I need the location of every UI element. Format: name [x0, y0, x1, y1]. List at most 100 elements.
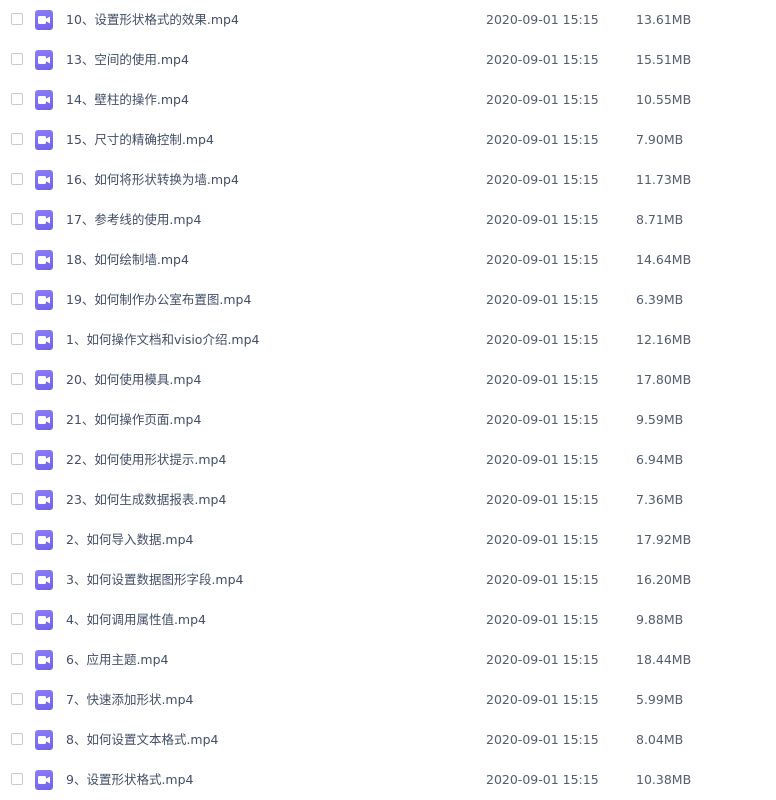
- file-name[interactable]: 19、如何制作办公室布置图.mp4: [66, 291, 251, 309]
- file-modified-date: 2020-09-01 15:15: [486, 332, 599, 347]
- file-size: 9.88MB: [636, 612, 684, 627]
- file-row[interactable]: 4、如何调用属性值.mp4 2020-09-01 15:15 9.88MB: [0, 600, 776, 640]
- file-row[interactable]: 14、壁柱的操作.mp4 2020-09-01 15:15 10.55MB: [0, 80, 776, 120]
- video-file-icon: [35, 130, 53, 150]
- file-name[interactable]: 2、如何导入数据.mp4: [66, 531, 194, 549]
- file-name[interactable]: 1、如何操作文档和visio介绍.mp4: [66, 331, 260, 349]
- file-row[interactable]: 9、设置形状格式.mp4 2020-09-01 15:15 10.38MB: [0, 760, 776, 800]
- file-row[interactable]: 7、快速添加形状.mp4 2020-09-01 15:15 5.99MB: [0, 680, 776, 720]
- file-size: 7.36MB: [636, 492, 684, 507]
- file-row[interactable]: 8、如何设置文本格式.mp4 2020-09-01 15:15 8.04MB: [0, 720, 776, 760]
- file-name[interactable]: 20、如何使用模具.mp4: [66, 371, 201, 389]
- row-checkbox[interactable]: [11, 93, 23, 105]
- row-checkbox[interactable]: [11, 213, 23, 225]
- video-file-icon: [35, 170, 53, 190]
- row-checkbox[interactable]: [11, 733, 23, 745]
- video-file-icon: [35, 490, 53, 510]
- video-file-icon: [35, 770, 53, 790]
- file-row[interactable]: 1、如何操作文档和visio介绍.mp4 2020-09-01 15:15 12…: [0, 320, 776, 360]
- file-modified-date: 2020-09-01 15:15: [486, 132, 599, 147]
- file-size: 18.44MB: [636, 652, 692, 667]
- row-checkbox[interactable]: [11, 493, 23, 505]
- file-modified-date: 2020-09-01 15:15: [486, 92, 599, 107]
- row-checkbox[interactable]: [11, 573, 23, 585]
- file-name[interactable]: 9、设置形状格式.mp4: [66, 771, 194, 789]
- file-row[interactable]: 10、设置形状格式的效果.mp4 2020-09-01 15:15 13.61M…: [0, 0, 776, 40]
- file-modified-date: 2020-09-01 15:15: [486, 652, 599, 667]
- file-name[interactable]: 10、设置形状格式的效果.mp4: [66, 11, 239, 29]
- file-name[interactable]: 23、如何生成数据报表.mp4: [66, 491, 226, 509]
- file-modified-date: 2020-09-01 15:15: [486, 212, 599, 227]
- file-name[interactable]: 16、如何将形状转换为墙.mp4: [66, 171, 239, 189]
- video-file-icon: [35, 210, 53, 230]
- file-modified-date: 2020-09-01 15:15: [486, 692, 599, 707]
- row-checkbox[interactable]: [11, 53, 23, 65]
- video-file-icon: [35, 530, 53, 550]
- file-name[interactable]: 8、如何设置文本格式.mp4: [66, 731, 219, 749]
- video-file-icon: [35, 250, 53, 270]
- file-size: 17.80MB: [636, 372, 692, 387]
- row-checkbox[interactable]: [11, 173, 23, 185]
- file-row[interactable]: 15、尺寸的精确控制.mp4 2020-09-01 15:15 7.90MB: [0, 120, 776, 160]
- file-name[interactable]: 18、如何绘制墙.mp4: [66, 251, 189, 269]
- video-file-icon: [35, 410, 53, 430]
- file-modified-date: 2020-09-01 15:15: [486, 732, 599, 747]
- video-file-icon: [35, 10, 53, 30]
- file-row[interactable]: 13、空间的使用.mp4 2020-09-01 15:15 15.51MB: [0, 40, 776, 80]
- row-checkbox[interactable]: [11, 293, 23, 305]
- file-name[interactable]: 21、如何操作页面.mp4: [66, 411, 201, 429]
- file-size: 10.38MB: [636, 772, 692, 787]
- file-row[interactable]: 2、如何导入数据.mp4 2020-09-01 15:15 17.92MB: [0, 520, 776, 560]
- video-file-icon: [35, 450, 53, 470]
- row-checkbox[interactable]: [11, 133, 23, 145]
- row-checkbox[interactable]: [11, 693, 23, 705]
- file-modified-date: 2020-09-01 15:15: [486, 452, 599, 467]
- file-modified-date: 2020-09-01 15:15: [486, 372, 599, 387]
- file-name[interactable]: 13、空间的使用.mp4: [66, 51, 189, 69]
- file-size: 15.51MB: [636, 52, 692, 67]
- video-file-icon: [35, 730, 53, 750]
- file-row[interactable]: 21、如何操作页面.mp4 2020-09-01 15:15 9.59MB: [0, 400, 776, 440]
- file-row[interactable]: 17、参考线的使用.mp4 2020-09-01 15:15 8.71MB: [0, 200, 776, 240]
- file-row[interactable]: 22、如何使用形状提示.mp4 2020-09-01 15:15 6.94MB: [0, 440, 776, 480]
- row-checkbox[interactable]: [11, 533, 23, 545]
- file-name[interactable]: 15、尺寸的精确控制.mp4: [66, 131, 214, 149]
- file-size: 14.64MB: [636, 252, 692, 267]
- row-checkbox[interactable]: [11, 373, 23, 385]
- file-size: 9.59MB: [636, 412, 684, 427]
- file-modified-date: 2020-09-01 15:15: [486, 12, 599, 27]
- file-modified-date: 2020-09-01 15:15: [486, 52, 599, 67]
- row-checkbox[interactable]: [11, 333, 23, 345]
- row-checkbox[interactable]: [11, 413, 23, 425]
- file-row[interactable]: 3、如何设置数据图形字段.mp4 2020-09-01 15:15 16.20M…: [0, 560, 776, 600]
- file-size: 6.94MB: [636, 452, 684, 467]
- file-name[interactable]: 6、应用主题.mp4: [66, 651, 169, 669]
- row-checkbox[interactable]: [11, 773, 23, 785]
- file-name[interactable]: 7、快速添加形状.mp4: [66, 691, 194, 709]
- file-size: 11.73MB: [636, 172, 692, 187]
- row-checkbox[interactable]: [11, 13, 23, 25]
- file-size: 7.90MB: [636, 132, 684, 147]
- video-file-icon: [35, 290, 53, 310]
- file-name[interactable]: 3、如何设置数据图形字段.mp4: [66, 571, 244, 589]
- file-name[interactable]: 22、如何使用形状提示.mp4: [66, 451, 226, 469]
- file-name[interactable]: 14、壁柱的操作.mp4: [66, 91, 189, 109]
- file-name[interactable]: 17、参考线的使用.mp4: [66, 211, 201, 229]
- file-row[interactable]: 23、如何生成数据报表.mp4 2020-09-01 15:15 7.36MB: [0, 480, 776, 520]
- row-checkbox[interactable]: [11, 253, 23, 265]
- file-name[interactable]: 4、如何调用属性值.mp4: [66, 611, 206, 629]
- file-modified-date: 2020-09-01 15:15: [486, 572, 599, 587]
- file-row[interactable]: 16、如何将形状转换为墙.mp4 2020-09-01 15:15 11.73M…: [0, 160, 776, 200]
- file-modified-date: 2020-09-01 15:15: [486, 172, 599, 187]
- row-checkbox[interactable]: [11, 613, 23, 625]
- file-size: 8.71MB: [636, 212, 684, 227]
- file-size: 8.04MB: [636, 732, 684, 747]
- video-file-icon: [35, 90, 53, 110]
- row-checkbox[interactable]: [11, 653, 23, 665]
- file-row[interactable]: 20、如何使用模具.mp4 2020-09-01 15:15 17.80MB: [0, 360, 776, 400]
- row-checkbox[interactable]: [11, 453, 23, 465]
- file-row[interactable]: 19、如何制作办公室布置图.mp4 2020-09-01 15:15 6.39M…: [0, 280, 776, 320]
- file-size: 16.20MB: [636, 572, 692, 587]
- file-row[interactable]: 6、应用主题.mp4 2020-09-01 15:15 18.44MB: [0, 640, 776, 680]
- file-row[interactable]: 18、如何绘制墙.mp4 2020-09-01 15:15 14.64MB: [0, 240, 776, 280]
